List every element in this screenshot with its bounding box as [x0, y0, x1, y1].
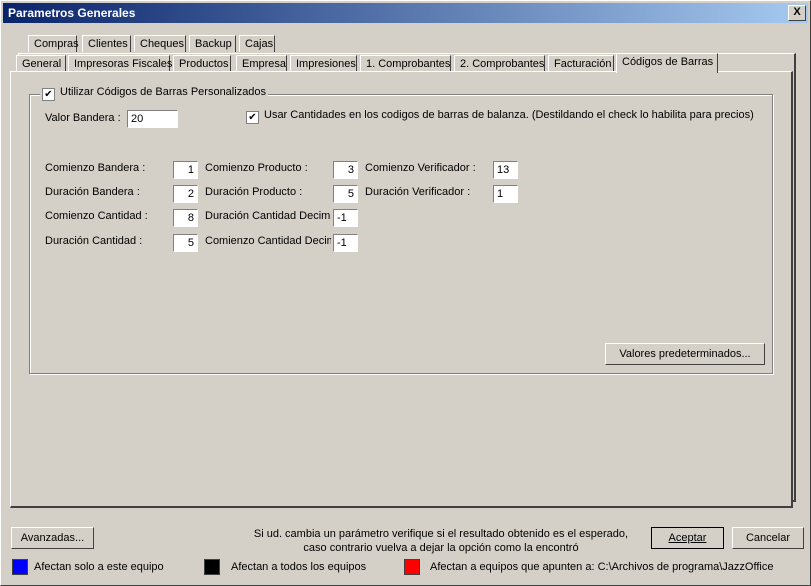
tab-cajas[interactable]: Cajas — [239, 35, 275, 52]
tab-panel-codigos-de-barras: ✔ Utilizar Códigos de Barras Personalizad… — [10, 71, 793, 508]
barcode-groupbox: ✔ Utilizar Códigos de Barras Personalizad… — [29, 86, 773, 374]
tab-impresiones[interactable]: Impresiones — [290, 55, 357, 72]
cancel-button[interactable]: Cancelar — [732, 527, 804, 549]
legend-swatch-path — [404, 559, 420, 575]
legend-label-local: Afectan solo a este equipo — [34, 561, 164, 573]
notice-line-1: Si ud. cambia un parámetro verifique si … — [253, 528, 629, 540]
use-quantities-label: Usar Cantidades en los codigos de barras… — [264, 109, 754, 121]
legend-label-path: Afectan a equipos que apunten a: C:\Arch… — [430, 561, 774, 573]
change-notice: Si ud. cambia un parámetro verifique si … — [251, 527, 631, 555]
tab-cheques[interactable]: Cheques — [134, 35, 186, 52]
comienzo-producto-label: Comienzo Producto : — [205, 162, 308, 174]
comienzo-verificador-label: Comienzo Verificador : — [365, 162, 476, 174]
use-quantities-checkbox[interactable]: ✔ Usar Cantidades en los codigos de barra… — [246, 109, 754, 124]
comienzo-cantidad-decimal-input[interactable]: -1 — [333, 234, 358, 252]
dialog-window: Parametros Generales X Compras Clientes … — [0, 0, 811, 586]
tab-facturacion[interactable]: Facturación — [548, 55, 614, 72]
advanced-button[interactable]: Avanzadas... — [11, 527, 94, 549]
valor-bandera-input[interactable]: 20 — [127, 110, 178, 128]
use-custom-barcodes-label: Utilizar Códigos de Barras Personalizado… — [60, 86, 267, 98]
duracion-cantidad-input[interactable]: 5 — [173, 234, 198, 252]
comienzo-producto-input[interactable]: 3 — [333, 161, 358, 179]
comienzo-bandera-input[interactable]: 1 — [173, 161, 198, 179]
duracion-cantidad-label: Duración Cantidad : — [45, 235, 143, 247]
comienzo-cantidad-decimal-label: Comienzo Cantidad Decima — [205, 235, 331, 247]
use-custom-barcodes-checkbox[interactable]: ✔ Utilizar Códigos de Barras Personalizad… — [40, 86, 269, 101]
tab-1-comprobantes[interactable]: 1. Comprobantes — [360, 55, 451, 72]
duracion-producto-input[interactable]: 5 — [333, 185, 358, 203]
duracion-producto-label: Duración Producto : — [205, 186, 303, 198]
title-bar: Parametros Generales X — [3, 3, 808, 23]
tab-empresa[interactable]: Empresa — [236, 55, 287, 72]
duracion-bandera-input[interactable]: 2 — [173, 185, 198, 203]
duracion-cantidad-decimal-label: Duración Cantidad Decima — [205, 210, 331, 222]
comienzo-verificador-input[interactable]: 13 — [493, 161, 518, 179]
tab-backup[interactable]: Backup — [189, 35, 236, 52]
comienzo-bandera-label: Comienzo Bandera : — [45, 162, 146, 174]
defaults-button[interactable]: Valores predeterminados... — [605, 343, 765, 365]
duracion-verificador-label: Duración Verificador : — [365, 186, 471, 198]
legend-label-all: Afectan a todos los equipos — [231, 561, 367, 573]
comienzo-cantidad-input[interactable]: 8 — [173, 209, 198, 227]
valor-bandera-label: Valor Bandera : — [45, 112, 121, 124]
duracion-cantidad-decimal-input[interactable]: -1 — [333, 209, 358, 227]
tab-clientes[interactable]: Clientes — [82, 35, 131, 52]
tab-impresoras-fiscales[interactable]: Impresoras Fiscales — [68, 55, 172, 72]
tab-general[interactable]: General — [16, 55, 66, 72]
comienzo-cantidad-label: Comienzo Cantidad : — [45, 210, 148, 222]
legend-swatch-all — [204, 559, 220, 575]
notice-line-2: caso contrario vuelva a dejar la opción … — [303, 542, 579, 554]
tab-2-comprobantes[interactable]: 2. Comprobantes — [454, 55, 545, 72]
duracion-bandera-label: Duración Bandera : — [45, 186, 140, 198]
checkbox-box[interactable]: ✔ — [246, 111, 259, 124]
duracion-verificador-input[interactable]: 1 — [493, 185, 518, 203]
tab-compras[interactable]: Compras — [28, 35, 79, 52]
tab-productos[interactable]: Productos — [173, 55, 231, 72]
checkbox-box[interactable]: ✔ — [42, 88, 55, 101]
tab-codigos-de-barras[interactable]: Códigos de Barras — [616, 53, 718, 73]
accept-button[interactable]: Aceptar — [651, 527, 724, 549]
legend-swatch-local — [12, 559, 28, 575]
close-button[interactable]: X — [788, 5, 806, 21]
window-title: Parametros Generales — [8, 6, 136, 20]
